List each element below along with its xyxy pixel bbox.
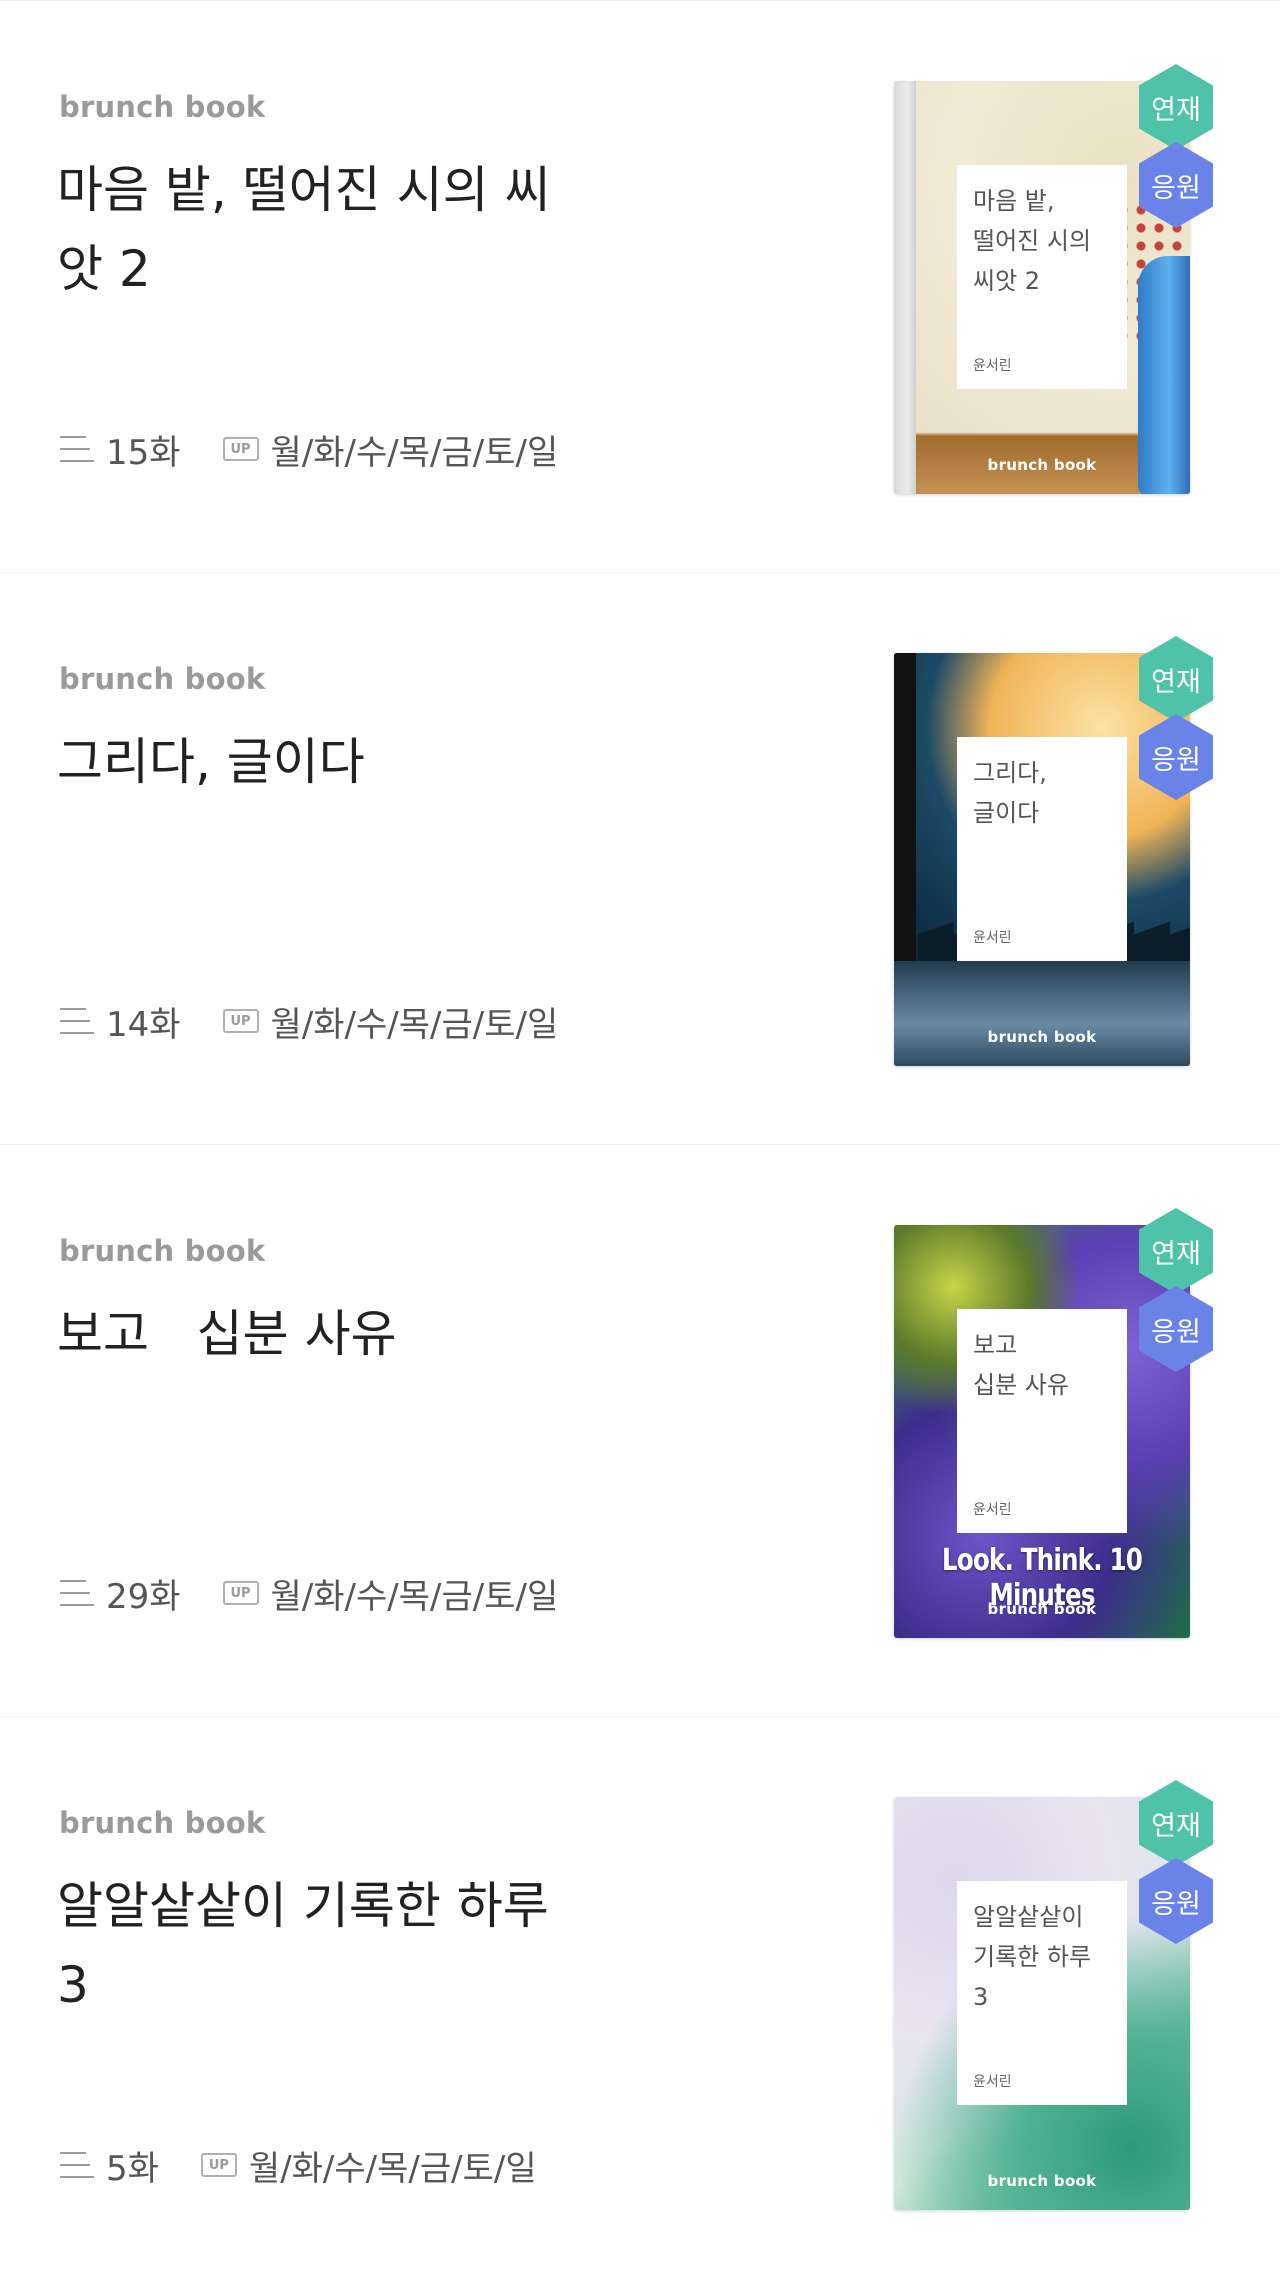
list-lines-icon	[60, 1008, 94, 1034]
episode-count: 14화	[106, 1004, 181, 1045]
book-title[interactable]: 알알샅샅이 기록한 하루 3	[57, 1867, 597, 2025]
publish-schedule: 월/화/수/목/금/토/일	[270, 432, 559, 473]
book-label: brunch book	[59, 90, 266, 124]
book-meta: 29화 UP 월/화/수/목/금/토/일	[60, 1571, 559, 1617]
book-cover[interactable]: 그리다, 글이다 윤서린 brunch book	[894, 653, 1190, 1066]
cover-label-card: 그리다, 글이다 윤서린	[957, 737, 1127, 961]
book-meta: 5화 UP 월/화/수/목/금/토/일	[60, 2143, 537, 2189]
book-card[interactable]: brunch book 보고 십분 사유 29화 UP 월/화/수/목/금/토/…	[0, 1145, 1280, 1717]
book-card[interactable]: brunch book 마음 밭, 떨어진 시의 씨 앗 2 15화 UP 월/…	[0, 1, 1280, 573]
cover-brand: brunch book	[987, 2172, 1097, 2190]
book-meta: 14화 UP 월/화/수/목/금/토/일	[60, 999, 559, 1045]
publish-schedule: 월/화/수/목/금/토/일	[270, 1576, 559, 1617]
list-lines-icon	[60, 2152, 94, 2178]
book-cover[interactable]: 마음 밭, 떨어진 시의 씨앗 2 윤서린 brunch book	[894, 81, 1190, 494]
cover-spine	[894, 81, 916, 494]
episode-count: 5화	[106, 2148, 159, 2189]
book-label: brunch book	[59, 1806, 266, 1840]
cover-author: 윤서린	[973, 1502, 1012, 1518]
cover-label-card: 마음 밭, 떨어진 시의 씨앗 2 윤서린	[957, 165, 1127, 389]
publish-schedule: 월/화/수/목/금/토/일	[270, 1004, 559, 1045]
up-badge-icon: UP	[222, 1581, 259, 1605]
book-title[interactable]: 마음 밭, 떨어진 시의 씨 앗 2	[57, 151, 597, 309]
cover-author: 윤서린	[973, 2074, 1012, 2090]
book-cover[interactable]: 보고 십분 사유 윤서린 Look. Think. 10 Minutes bru…	[894, 1225, 1190, 1638]
cover-label-card: 보고 십분 사유 윤서린	[957, 1309, 1127, 1533]
book-cover[interactable]: 알알샅샅이 기록한 하루 3 윤서린 brunch book	[894, 1797, 1190, 2210]
cover-title: 알알샅샅이 기록한 하루 3	[973, 1903, 1092, 2011]
cover-author: 윤서린	[973, 358, 1012, 374]
book-card[interactable]: brunch book 알알샅샅이 기록한 하루 3 5화 UP 월/화/수/목…	[0, 1717, 1280, 2289]
book-meta: 15화 UP 월/화/수/목/금/토/일	[60, 427, 559, 473]
brunch-book-list: brunch book 마음 밭, 떨어진 시의 씨 앗 2 15화 UP 월/…	[0, 1, 1280, 2289]
cover-label-card: 알알샅샅이 기록한 하루 3 윤서린	[957, 1881, 1127, 2105]
list-lines-icon	[60, 1580, 94, 1606]
book-label: brunch book	[59, 1234, 266, 1268]
list-lines-icon	[60, 436, 94, 462]
up-badge-icon: UP	[222, 1009, 259, 1033]
book-card[interactable]: brunch book 그리다, 글이다 14화 UP 월/화/수/목/금/토/…	[0, 573, 1280, 1145]
cover-title: 그리다, 글이다	[973, 759, 1047, 827]
book-title[interactable]: 보고 십분 사유	[57, 1295, 597, 1374]
publish-schedule: 월/화/수/목/금/토/일	[248, 2148, 537, 2189]
up-badge-icon: UP	[222, 437, 259, 461]
book-title[interactable]: 그리다, 글이다	[57, 723, 597, 802]
cover-title: 마음 밭, 떨어진 시의 씨앗 2	[973, 187, 1092, 295]
episode-count: 15화	[106, 432, 181, 473]
cover-title: 보고 십분 사유	[973, 1331, 1069, 1399]
cover-author: 윤서린	[973, 930, 1012, 946]
cover-brand: brunch book	[987, 456, 1097, 474]
episode-count: 29화	[106, 1576, 181, 1617]
book-label: brunch book	[59, 662, 266, 696]
up-badge-icon: UP	[200, 2153, 237, 2177]
cover-art-lake	[894, 961, 1190, 1066]
cover-brand: brunch book	[987, 1028, 1097, 1046]
cover-brand: brunch book	[987, 1600, 1097, 1618]
